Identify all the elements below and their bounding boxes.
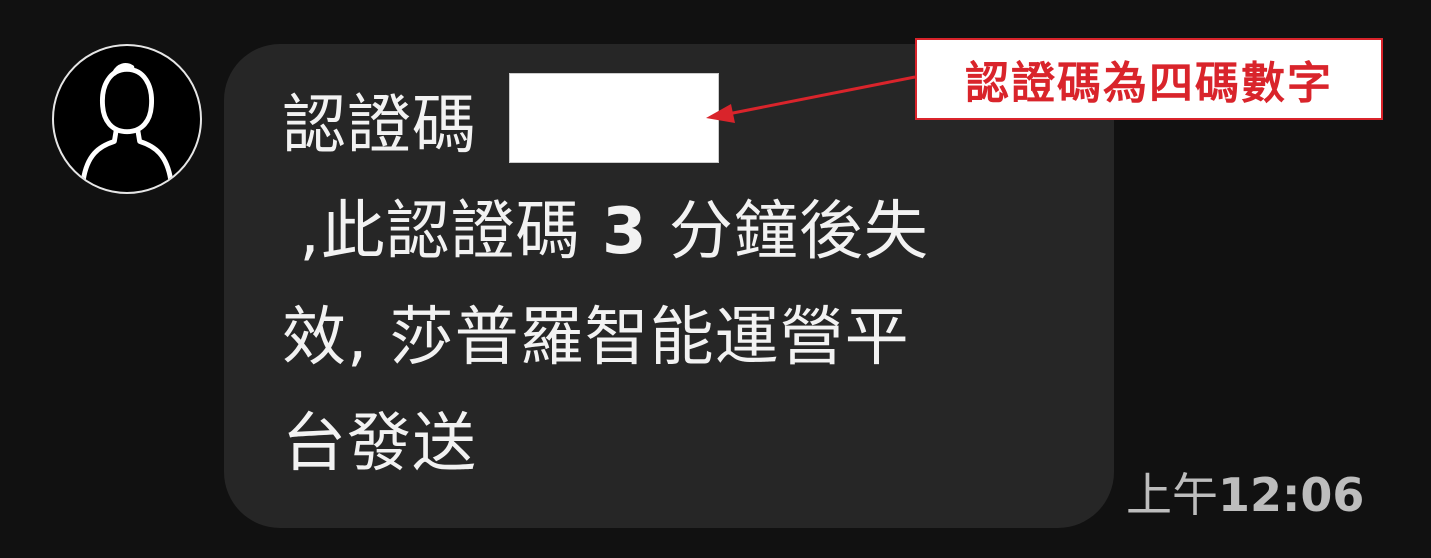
message-line-2-number: 3: [602, 195, 648, 269]
message-line-2-pre: ,此認證碼: [278, 195, 603, 269]
timestamp-clock: 12:06: [1218, 468, 1365, 522]
user-silhouette-icon: [80, 63, 174, 183]
message-line-2-post: 分鐘後失: [647, 195, 929, 269]
timestamp-period: 上午: [1126, 468, 1218, 522]
message-line-2: ,此認證碼 3 分鐘後失: [278, 200, 929, 264]
avatar[interactable]: [52, 44, 202, 194]
redacted-code-box: [509, 73, 719, 163]
message-line-3: 效, 莎普羅智能運營平: [282, 301, 910, 375]
chat-screen: 認證碼 ,此認證碼 3 分鐘後失 效, 莎普羅智能運營平 台發送 上午12:06…: [0, 0, 1431, 558]
annotation-text: 認證碼為四碼數字: [965, 58, 1333, 109]
message-line-4: 台發送: [282, 407, 477, 481]
annotation-callout: 認證碼為四碼數字: [915, 38, 1383, 120]
message-line-1: 認證碼: [282, 89, 477, 163]
message-timestamp: 上午12:06: [1126, 472, 1364, 518]
